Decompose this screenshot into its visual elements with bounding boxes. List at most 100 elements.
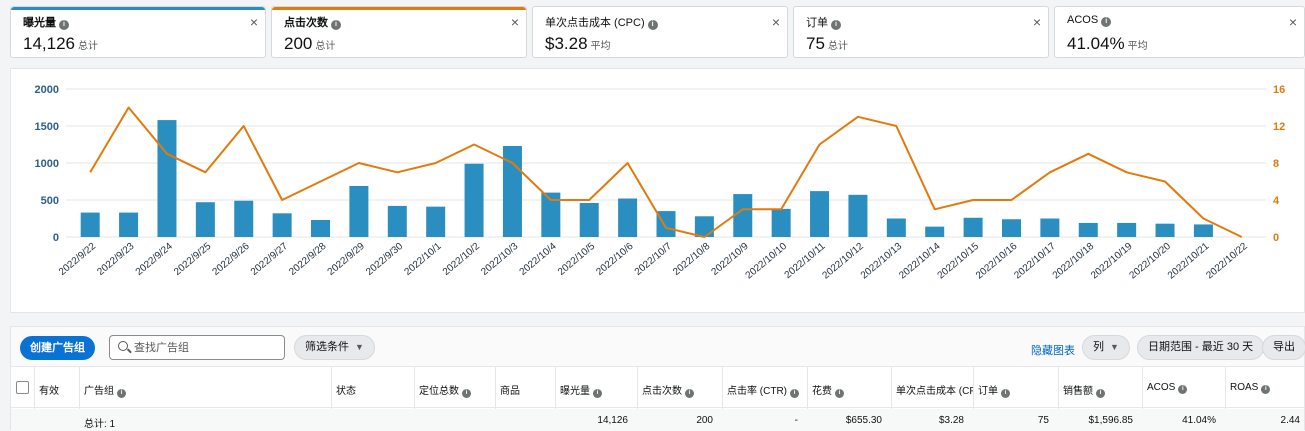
header-impressions[interactable]: 曝光量 i bbox=[560, 382, 602, 398]
bar-2022/10/11 bbox=[810, 191, 830, 237]
bar-2022/9/24 bbox=[157, 120, 177, 237]
bar-2022/9/25 bbox=[195, 202, 215, 237]
metric-card-impressions[interactable]: 曝光量 i × 14,126 总计 bbox=[10, 6, 266, 58]
create-ad-group-button[interactable]: 创建广告组 bbox=[20, 336, 95, 360]
x-tick-label: 2022/9/27 bbox=[249, 241, 290, 278]
x-tick-label: 2022/9/22 bbox=[57, 241, 98, 278]
filter-button[interactable]: 筛选条件 ▼ bbox=[294, 335, 375, 360]
bar-2022/10/5 bbox=[579, 202, 599, 237]
info-icon[interactable]: i bbox=[331, 20, 341, 30]
export-button[interactable]: 导出 bbox=[1262, 335, 1305, 360]
x-tick-label: 2022/10/15 bbox=[936, 241, 982, 282]
info-icon: i bbox=[1001, 389, 1010, 398]
header-orders[interactable]: 订单 i bbox=[978, 382, 1010, 398]
header-active[interactable]: 有效 bbox=[39, 382, 59, 397]
search-input[interactable] bbox=[134, 339, 279, 357]
bar-2022/10/9 bbox=[733, 194, 753, 237]
x-tick-label: 2022/9/28 bbox=[287, 241, 328, 278]
x-tick-label: 2022/10/4 bbox=[518, 241, 559, 278]
x-tick-label: 2022/10/13 bbox=[859, 241, 905, 282]
metric-card-cpc[interactable]: 单次点击成本 (CPC) i × $3.28 平均 bbox=[532, 6, 788, 58]
right-axis-tick-label: 0 bbox=[1273, 232, 1279, 244]
columns-button[interactable]: 列 ▼ bbox=[1082, 335, 1130, 360]
metric-color-bar bbox=[11, 7, 265, 10]
bar-2022/10/20 bbox=[1155, 223, 1175, 237]
ad-group-table-panel: 创建广告组 筛选条件 ▼ 隐藏图表 列▼ 日期范围 - 最近 30 天 导出 有效… bbox=[10, 326, 1305, 431]
metric-value: 14,126 bbox=[23, 34, 75, 53]
metric-label: 曝光量 bbox=[23, 17, 56, 29]
header-spend[interactable]: 花费 i bbox=[812, 382, 844, 398]
left-axis-tick-label: 1500 bbox=[35, 121, 59, 133]
close-icon[interactable]: × bbox=[772, 14, 780, 30]
bar-2022/9/30 bbox=[387, 205, 407, 237]
info-icon[interactable]: i bbox=[59, 20, 69, 30]
x-tick-label: 2022/9/29 bbox=[326, 241, 367, 278]
filter-label: 筛选条件 bbox=[305, 341, 349, 353]
header-roas[interactable]: ROAS i bbox=[1230, 382, 1271, 394]
select-all-checkbox[interactable] bbox=[16, 381, 29, 394]
header-targeting-count[interactable]: 定位总数 i bbox=[419, 382, 471, 398]
metric-label: 订单 bbox=[806, 17, 828, 29]
x-tick-label: 2022/9/25 bbox=[172, 241, 213, 278]
close-icon[interactable]: × bbox=[511, 14, 519, 30]
metric-card-clicks[interactable]: 点击次数 i × 200 总计 bbox=[271, 6, 527, 58]
header-products[interactable]: 商品 bbox=[500, 382, 520, 397]
header-acos[interactable]: ACOS i bbox=[1147, 382, 1188, 394]
metric-card-orders[interactable]: 订单 i × 75 总计 bbox=[793, 6, 1049, 58]
x-tick-label: 2022/10/16 bbox=[974, 241, 1020, 282]
info-icon: i bbox=[117, 389, 126, 398]
close-icon[interactable]: × bbox=[1289, 14, 1297, 30]
metric-value: 200 bbox=[284, 34, 313, 53]
bar-2022/10/13 bbox=[886, 218, 906, 237]
hide-chart-link[interactable]: 隐藏图表 bbox=[1031, 342, 1075, 358]
bar-2022/9/23 bbox=[119, 212, 139, 237]
header-ad-group[interactable]: 广告组 i bbox=[84, 382, 126, 398]
total-impressions: 14,126 bbox=[597, 415, 628, 426]
search-box[interactable] bbox=[109, 335, 285, 360]
bar-2022/9/28 bbox=[311, 219, 331, 237]
chart-panel: 0 500 1000 1500 2000 0 4 8 12 16 2022/9/22 2022/9/2… bbox=[10, 68, 1305, 313]
metric-label: 单次点击成本 (CPC) bbox=[545, 17, 645, 29]
header-clicks[interactable]: 点击次数 i bbox=[642, 382, 694, 398]
close-icon[interactable]: × bbox=[1033, 14, 1041, 30]
search-icon bbox=[118, 341, 128, 351]
info-icon: i bbox=[462, 389, 471, 398]
right-axis-tick-label: 12 bbox=[1273, 121, 1285, 133]
bar-2022/10/2 bbox=[464, 163, 484, 237]
x-tick-label: 2022/10/19 bbox=[1089, 241, 1135, 282]
metric-card-acos[interactable]: ACOS i × 41.04% 平均 bbox=[1054, 6, 1305, 58]
metric-value: 75 bbox=[806, 34, 825, 53]
header-ctr[interactable]: 点击率 (CTR) i bbox=[727, 382, 799, 398]
metric-label: ACOS bbox=[1067, 14, 1099, 26]
bar-2022/10/19 bbox=[1117, 222, 1137, 237]
bar-2022/10/14 bbox=[925, 226, 945, 237]
header-sales[interactable]: 销售额 i bbox=[1063, 382, 1105, 398]
metric-unit: 总计 bbox=[827, 41, 848, 52]
info-icon: i bbox=[593, 389, 602, 398]
info-icon[interactable]: i bbox=[647, 20, 658, 30]
metric-cards: 曝光量 i × 14,126 总计 点击次数 i × 200 总计 单次点击成本 (CP… bbox=[10, 6, 1305, 58]
bar-2022/10/16 bbox=[1001, 219, 1021, 237]
chevron-down-icon: ▼ bbox=[1110, 342, 1119, 352]
x-tick-label: 2022/10/17 bbox=[1012, 241, 1058, 282]
x-tick-label: 2022/10/22 bbox=[1204, 241, 1250, 282]
chevron-down-icon: ▼ bbox=[355, 342, 364, 352]
x-tick-label: 2022/9/30 bbox=[364, 241, 405, 278]
metric-unit: 平均 bbox=[590, 41, 611, 52]
x-tick-label: 2022/10/1 bbox=[402, 241, 443, 278]
left-axis-tick-label: 1000 bbox=[35, 158, 59, 170]
info-icon[interactable]: i bbox=[831, 20, 841, 30]
right-axis-tick-label: 4 bbox=[1273, 195, 1280, 207]
close-icon[interactable]: × bbox=[250, 14, 258, 30]
total-label: 总计: 1 bbox=[84, 419, 116, 430]
bar-2022/10/18 bbox=[1078, 222, 1098, 237]
header-cpc[interactable]: 单次点击成本 (CPC) bbox=[896, 382, 974, 397]
info-icon[interactable]: i bbox=[1101, 17, 1112, 27]
header-status[interactable]: 状态 bbox=[336, 382, 356, 397]
x-tick-label: 2022/10/10 bbox=[744, 241, 790, 282]
total-cpc: $3.28 bbox=[938, 415, 964, 426]
date-range-button[interactable]: 日期范围 - 最近 30 天 bbox=[1137, 335, 1265, 360]
right-axis-tick-label: 8 bbox=[1273, 158, 1279, 170]
left-axis-tick-label: 2000 bbox=[35, 84, 59, 96]
x-tick-label: 2022/10/8 bbox=[671, 241, 712, 278]
